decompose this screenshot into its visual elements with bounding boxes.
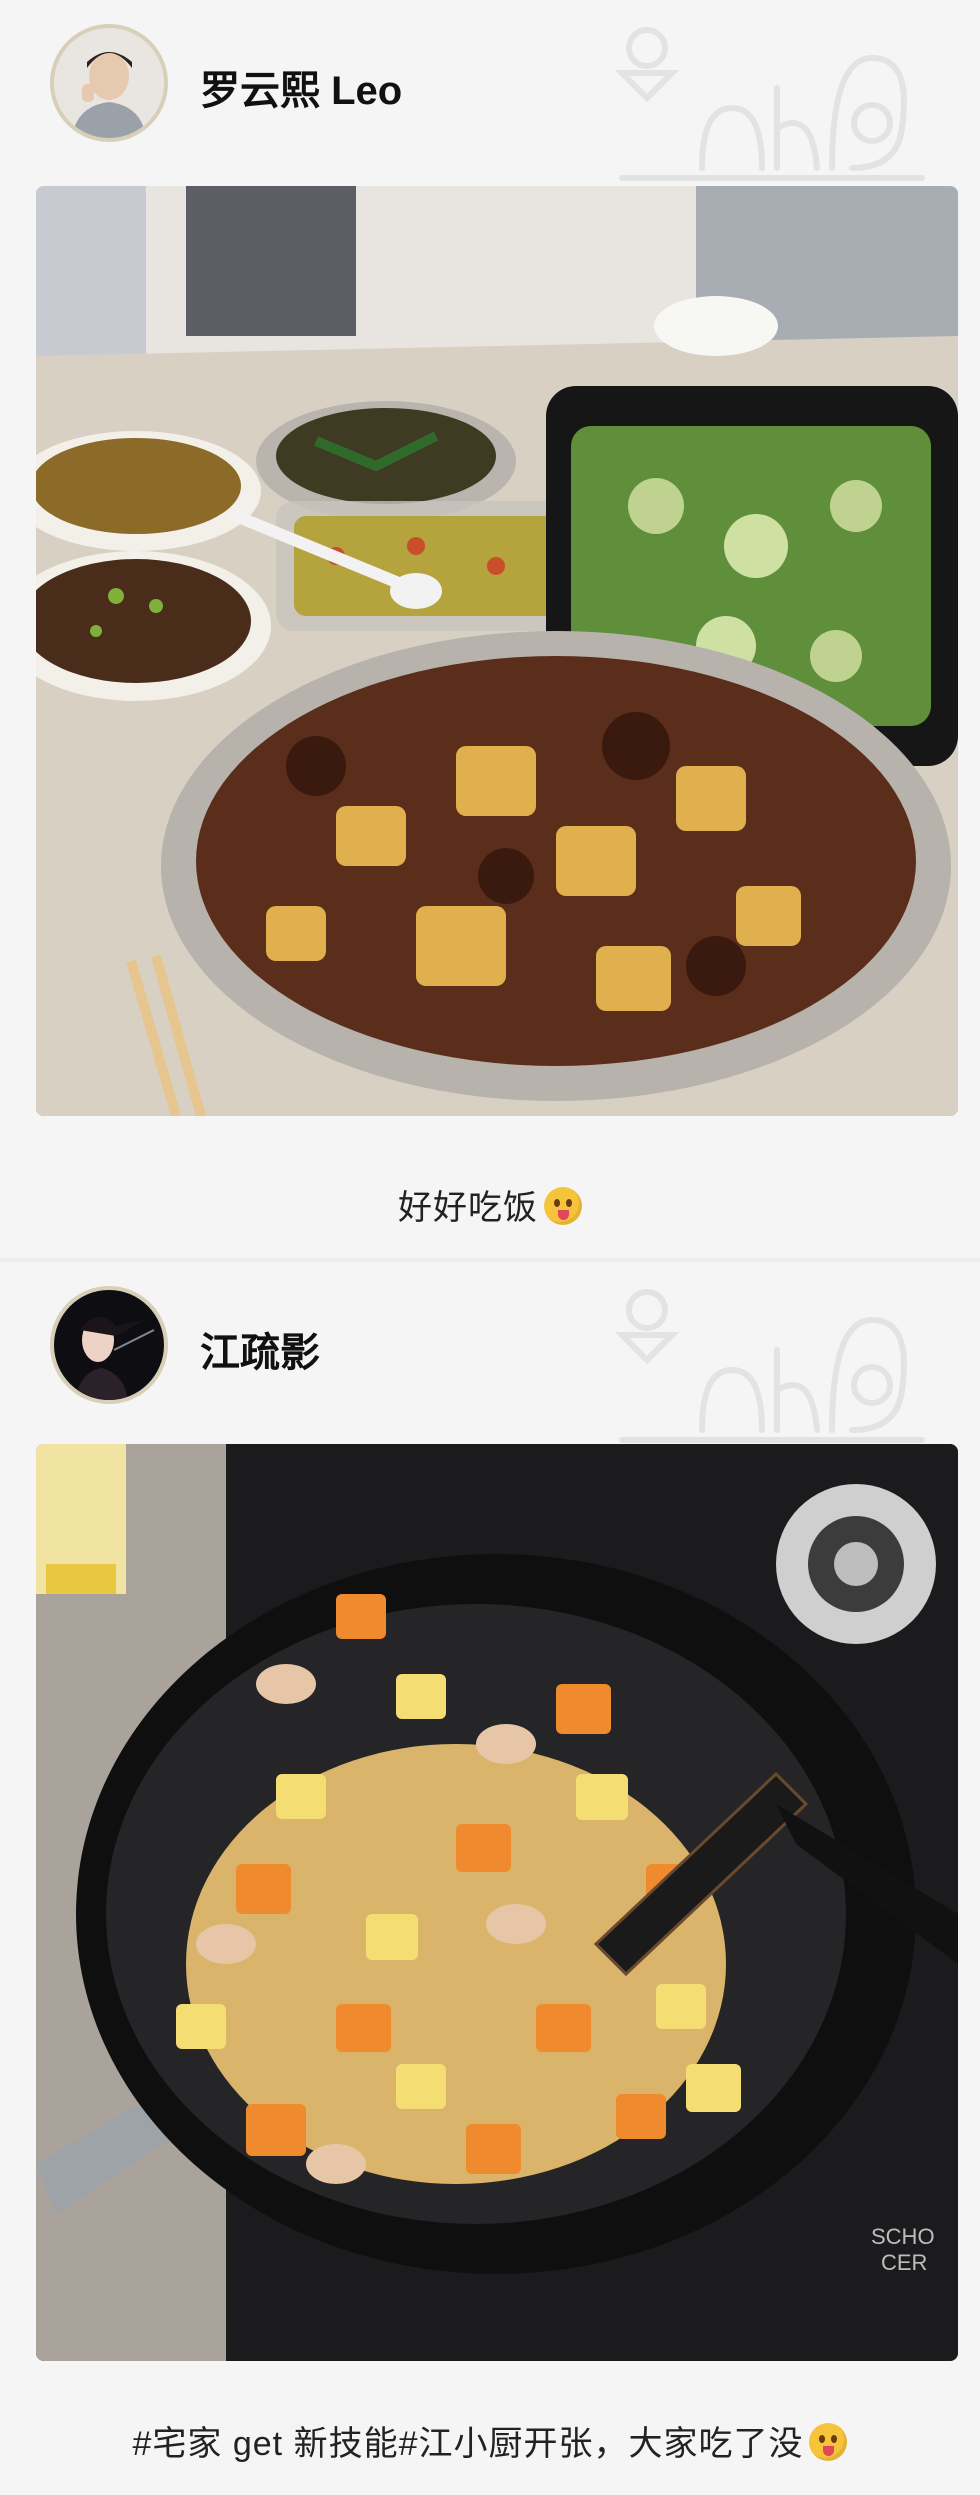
post-card-2: 江疏影 SCHO CER #宅家 get 新技能#江小厨开张，大家吃了没 — [0, 1262, 980, 2495]
post-header: 罗云熙 Leo — [0, 0, 980, 181]
post-card-1: 罗云熙 Leo 好好吃饭 — [0, 0, 980, 1264]
food-photo[interactable] — [36, 186, 958, 1116]
watermark-logo — [614, 1289, 925, 1443]
username[interactable]: 罗云熙 Leo — [200, 58, 402, 116]
username[interactable]: 江疏影 — [200, 1320, 320, 1378]
caption-text: #宅家 get 新技能#江小厨开张，大家吃了没 — [132, 2425, 804, 2463]
svg-text:CER: CER — [881, 2250, 927, 2275]
tongue-out-emoji-icon — [809, 2423, 848, 2461]
post-caption: 好好吃饭 — [0, 1180, 980, 1229]
tongue-out-emoji-icon — [544, 1187, 582, 1225]
watermark-logo — [614, 27, 925, 181]
post-header: 江疏影 — [0, 1262, 980, 1443]
svg-text:SCHO: SCHO — [871, 2224, 935, 2249]
avatar[interactable] — [50, 1286, 168, 1404]
food-photo[interactable]: SCHO CER — [36, 1444, 958, 2361]
post-caption: #宅家 get 新技能#江小厨开张，大家吃了没 — [0, 2416, 980, 2465]
caption-text: 好好吃饭 — [398, 1189, 538, 1227]
avatar[interactable] — [50, 24, 168, 142]
